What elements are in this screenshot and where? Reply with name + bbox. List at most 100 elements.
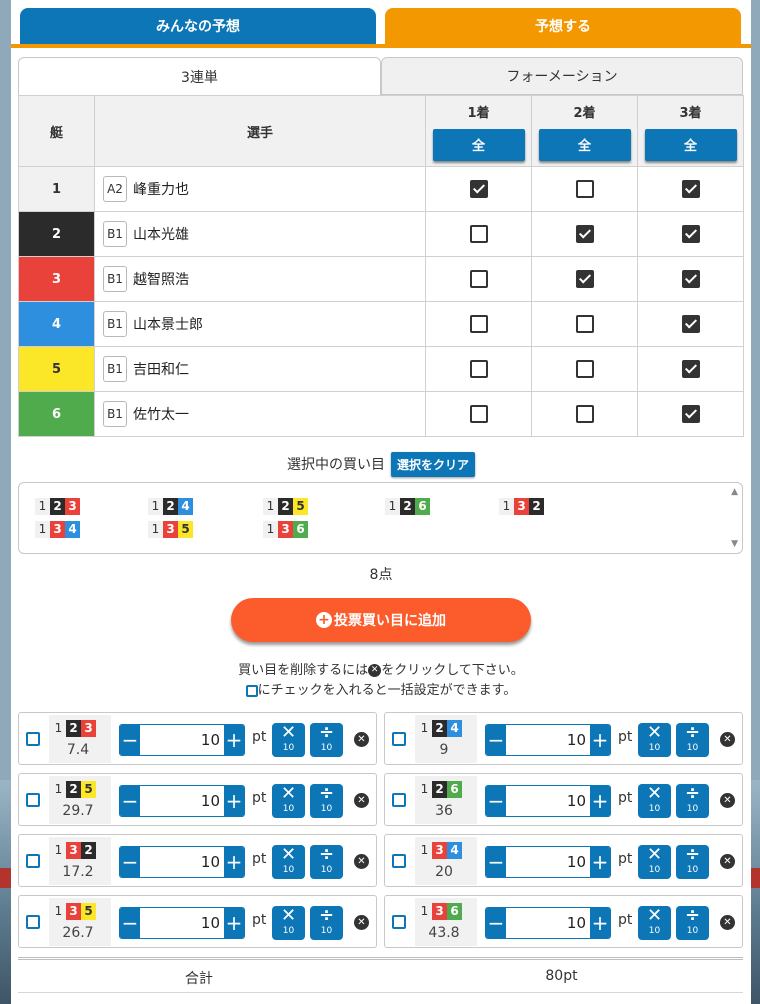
first-place-checkbox[interactable] bbox=[469, 180, 488, 198]
amount-stepper[interactable]: − 10 + bbox=[119, 785, 245, 817]
scroll-up-icon[interactable]: ▲ bbox=[731, 487, 738, 497]
increase-button[interactable]: + bbox=[224, 786, 244, 816]
decrease-button[interactable]: − bbox=[486, 725, 506, 755]
multiply-button[interactable]: ✕ 10 bbox=[638, 906, 671, 940]
second-place-checkbox[interactable] bbox=[575, 360, 594, 378]
amount-value[interactable]: 10 bbox=[567, 847, 586, 877]
increase-button[interactable]: + bbox=[224, 908, 244, 938]
first-place-checkbox[interactable] bbox=[469, 315, 488, 333]
amount-stepper[interactable]: − 10 + bbox=[485, 846, 611, 878]
bet-select-checkbox[interactable] bbox=[26, 732, 40, 746]
divide-icon: ÷ bbox=[684, 722, 701, 743]
tab-formation[interactable]: フォーメーション bbox=[381, 57, 743, 95]
second-place-checkbox[interactable] bbox=[575, 225, 594, 243]
first-place-checkbox[interactable] bbox=[469, 225, 488, 243]
select-all-first-button[interactable]: 全 bbox=[432, 128, 525, 161]
decrease-button[interactable]: − bbox=[486, 847, 506, 877]
divide-button[interactable]: ÷ 10 bbox=[310, 784, 343, 818]
tab-everyone-predictions[interactable]: みんなの予想 bbox=[20, 8, 376, 44]
second-place-checkbox[interactable] bbox=[575, 270, 594, 288]
bet-select-checkbox[interactable] bbox=[392, 854, 406, 868]
increase-button[interactable]: + bbox=[590, 786, 610, 816]
amount-stepper[interactable]: − 10 + bbox=[485, 724, 611, 756]
add-to-bets-button[interactable]: + 投票買い目に追加 bbox=[231, 598, 531, 642]
clear-selection-button[interactable]: 選択をクリア bbox=[390, 451, 475, 477]
close-circle-icon[interactable]: ✕ bbox=[354, 732, 369, 747]
amount-value[interactable]: 10 bbox=[567, 725, 586, 755]
close-circle-icon[interactable]: ✕ bbox=[354, 854, 369, 869]
increase-button[interactable]: + bbox=[224, 725, 244, 755]
third-place-checkbox[interactable] bbox=[681, 225, 700, 243]
close-circle-icon[interactable]: ✕ bbox=[720, 915, 735, 930]
select-all-second-button[interactable]: 全 bbox=[538, 128, 631, 161]
increase-button[interactable]: + bbox=[590, 908, 610, 938]
multiply-icon: ✕ bbox=[646, 722, 663, 743]
multiply-button[interactable]: ✕ 10 bbox=[272, 906, 305, 940]
multiply-button[interactable]: ✕ 10 bbox=[638, 784, 671, 818]
second-place-checkbox[interactable] bbox=[575, 405, 594, 423]
divide-button[interactable]: ÷ 10 bbox=[676, 845, 709, 879]
amount-stepper[interactable]: − 10 + bbox=[485, 907, 611, 939]
decrease-button[interactable]: − bbox=[120, 908, 140, 938]
close-circle-icon[interactable]: ✕ bbox=[720, 793, 735, 808]
tab-trifecta[interactable]: 3連単 bbox=[18, 57, 381, 95]
multiply-button[interactable]: ✕ 10 bbox=[272, 723, 305, 757]
third-place-checkbox[interactable] bbox=[681, 180, 700, 198]
bet-odds: 17.2 bbox=[62, 864, 94, 880]
combo-boat-2: 2 bbox=[432, 720, 447, 737]
decrease-button[interactable]: − bbox=[486, 786, 506, 816]
divide-button[interactable]: ÷ 10 bbox=[310, 906, 343, 940]
close-circle-icon[interactable]: ✕ bbox=[720, 854, 735, 869]
amount-stepper[interactable]: − 10 + bbox=[119, 846, 245, 878]
divide-button[interactable]: ÷ 10 bbox=[310, 845, 343, 879]
multiply-button[interactable]: ✕ 10 bbox=[638, 723, 671, 757]
multiply-button[interactable]: ✕ 10 bbox=[272, 845, 305, 879]
amount-value[interactable]: 10 bbox=[567, 786, 586, 816]
bet-select-checkbox[interactable] bbox=[26, 915, 40, 929]
bet-select-checkbox[interactable] bbox=[26, 854, 40, 868]
increase-button[interactable]: + bbox=[590, 847, 610, 877]
divide-button[interactable]: ÷ 10 bbox=[676, 723, 709, 757]
third-place-checkbox[interactable] bbox=[681, 360, 700, 378]
selected-combinations-list[interactable]: 123124125126132134135136 ▲ ▼ bbox=[18, 482, 743, 554]
second-place-checkbox[interactable] bbox=[575, 315, 594, 333]
scroll-down-icon[interactable]: ▼ bbox=[731, 539, 738, 549]
bet-select-checkbox[interactable] bbox=[392, 915, 406, 929]
decrease-button[interactable]: − bbox=[486, 908, 506, 938]
divide-button[interactable]: ÷ 10 bbox=[676, 784, 709, 818]
decrease-button[interactable]: − bbox=[120, 786, 140, 816]
third-place-checkbox[interactable] bbox=[681, 270, 700, 288]
amount-value[interactable]: 10 bbox=[201, 786, 220, 816]
divide-button[interactable]: ÷ 10 bbox=[310, 723, 343, 757]
first-place-checkbox[interactable] bbox=[469, 270, 488, 288]
amount-stepper[interactable]: − 10 + bbox=[119, 907, 245, 939]
divide-button[interactable]: ÷ 10 bbox=[676, 906, 709, 940]
amount-value[interactable]: 10 bbox=[201, 725, 220, 755]
amount-stepper[interactable]: − 10 + bbox=[485, 785, 611, 817]
close-circle-icon[interactable]: ✕ bbox=[354, 915, 369, 930]
close-circle-icon[interactable]: ✕ bbox=[720, 732, 735, 747]
first-place-checkbox[interactable] bbox=[469, 360, 488, 378]
increase-button[interactable]: + bbox=[224, 847, 244, 877]
amount-value[interactable]: 10 bbox=[201, 908, 220, 938]
bet-select-checkbox[interactable] bbox=[26, 793, 40, 807]
decrease-button[interactable]: − bbox=[120, 847, 140, 877]
bet-select-checkbox[interactable] bbox=[392, 732, 406, 746]
bet-card: 1 3 4 20−10 + pt ✕ 10 ÷ 10 ✕ bbox=[384, 834, 743, 887]
multiply-button[interactable]: ✕ 10 bbox=[638, 845, 671, 879]
decrease-button[interactable]: − bbox=[120, 725, 140, 755]
tab-make-prediction[interactable]: 予想する bbox=[385, 8, 741, 44]
amount-value[interactable]: 10 bbox=[567, 908, 586, 938]
amount-value[interactable]: 10 bbox=[201, 847, 220, 877]
third-place-checkbox[interactable] bbox=[681, 315, 700, 333]
third-place-checkbox[interactable] bbox=[681, 405, 700, 423]
first-place-checkbox[interactable] bbox=[469, 405, 488, 423]
multiply-button[interactable]: ✕ 10 bbox=[272, 784, 305, 818]
amount-stepper[interactable]: − 10 + bbox=[119, 724, 245, 756]
bet-select-checkbox[interactable] bbox=[392, 793, 406, 807]
second-place-checkbox[interactable] bbox=[575, 180, 594, 198]
close-circle-icon[interactable]: ✕ bbox=[354, 793, 369, 808]
increase-button[interactable]: + bbox=[590, 725, 610, 755]
select-all-third-button[interactable]: 全 bbox=[644, 128, 737, 161]
divide-icon: ÷ bbox=[318, 844, 335, 865]
